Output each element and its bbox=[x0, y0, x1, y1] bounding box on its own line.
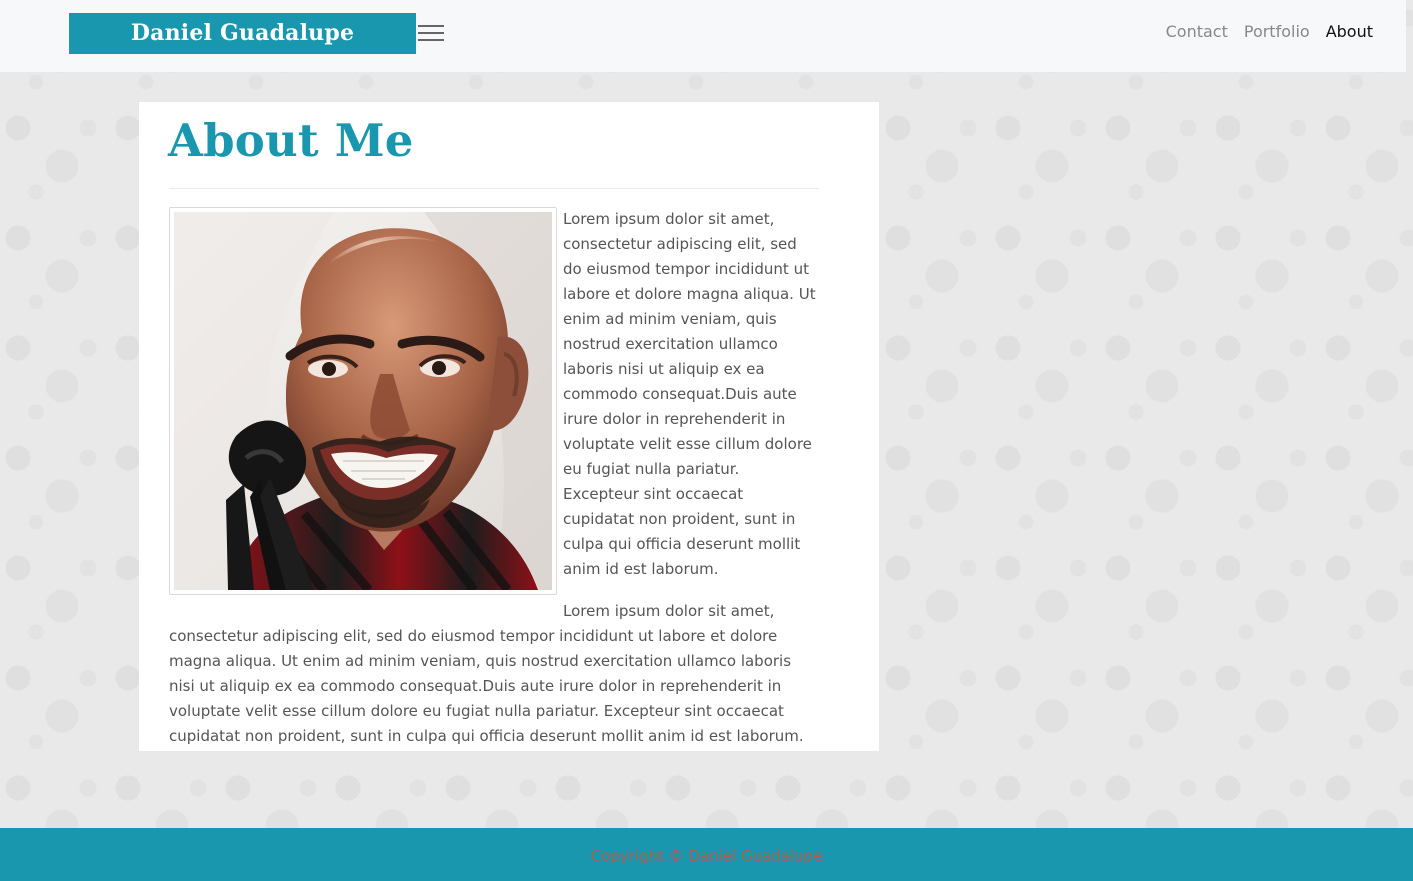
nav-link-about[interactable]: About bbox=[1326, 20, 1373, 44]
bio-paragraph-2: Lorem ipsum dolor sit amet, consectetur … bbox=[169, 602, 804, 745]
site-footer: Copyright © Daniel Guadalupe bbox=[0, 828, 1413, 881]
profile-photo-frame bbox=[169, 207, 557, 595]
menu-line-middle bbox=[418, 32, 444, 34]
about-content-card: About Me Lorem ipsum dolor sit amet, con… bbox=[139, 102, 879, 751]
hamburger-menu-icon[interactable] bbox=[418, 23, 444, 44]
nav-link-portfolio[interactable]: Portfolio bbox=[1244, 20, 1310, 44]
nav-link-contact[interactable]: Contact bbox=[1166, 20, 1228, 44]
title-divider bbox=[169, 188, 819, 189]
top-navbar: Daniel Guadalupe Contact Portfolio About bbox=[0, 0, 1406, 72]
page-title: About Me bbox=[168, 114, 414, 167]
menu-line-bottom bbox=[418, 39, 444, 41]
menu-line-top bbox=[418, 25, 444, 27]
main-navigation: Contact Portfolio About bbox=[1166, 20, 1373, 44]
copyright-text: Copyright © Daniel Guadalupe bbox=[590, 847, 823, 865]
about-text-area: Lorem ipsum dolor sit amet, consectetur … bbox=[169, 207, 819, 766]
profile-photo bbox=[174, 212, 552, 590]
brand-title[interactable]: Daniel Guadalupe bbox=[69, 13, 416, 54]
